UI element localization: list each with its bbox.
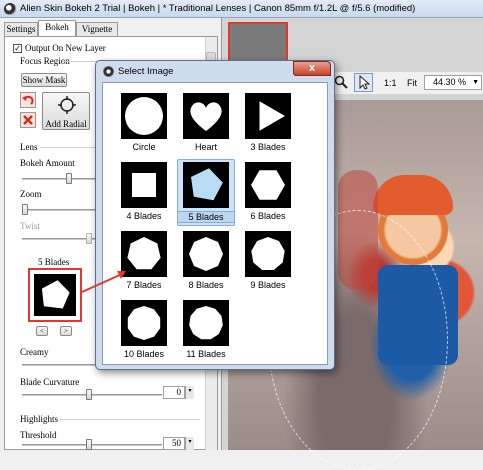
callout-arrow <box>81 271 126 293</box>
